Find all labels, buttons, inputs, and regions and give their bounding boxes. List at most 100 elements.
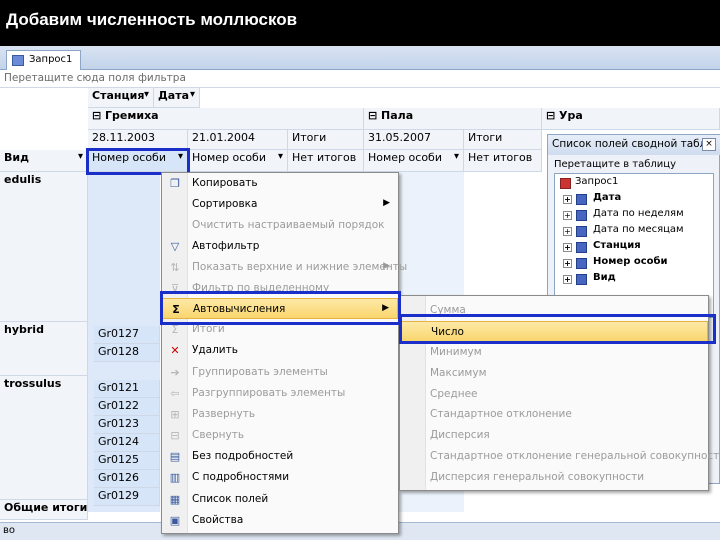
menu-item-label: Разгруппировать элементы: [192, 387, 346, 399]
menu-item-label: Свойства: [192, 514, 244, 526]
menu-item-filter-by-selection[interactable]: ⊽ Фильтр по выделенному: [162, 278, 398, 294]
submenu-item-stdev[interactable]: Стандартное отклонение: [400, 404, 708, 425]
menu-item-label: Список полей: [192, 493, 269, 505]
data-header-specimen[interactable]: Номер особи: [188, 150, 288, 172]
menu-item-delete[interactable]: ✕ Удалить: [162, 340, 398, 361]
station-header-ura[interactable]: ⊟ Ура: [542, 108, 720, 130]
station-header-pala[interactable]: ⊟ Пала: [364, 108, 542, 130]
menu-item-hide-details[interactable]: ▤ Без подробностей: [162, 446, 398, 467]
data-header-specimen[interactable]: Номер особи: [364, 150, 464, 172]
date-header[interactable]: 28.11.2003: [88, 130, 188, 150]
column-field-station[interactable]: Станция: [88, 88, 154, 108]
menu-item-expand[interactable]: ⊞ Развернуть: [162, 404, 398, 425]
delete-icon: ✕: [170, 344, 180, 357]
group-icon: ➔: [170, 366, 180, 379]
tree-root-label: Запрос1: [575, 176, 619, 187]
row-label-hybrid[interactable]: hybrid: [0, 322, 88, 376]
copy-icon: ❐: [170, 177, 180, 190]
menu-item-label: Очистить настраиваемый порядок: [192, 219, 385, 231]
tree-field-date[interactable]: + Дата: [563, 192, 621, 208]
tab-query1[interactable]: Запрос1: [6, 50, 82, 70]
tree-field-species[interactable]: + Вид: [563, 272, 616, 288]
submenu-item-count[interactable]: Число: [400, 321, 708, 342]
top-bottom-icon: ⇅: [170, 261, 180, 274]
menu-item-group[interactable]: ➔ Группировать элементы: [162, 362, 398, 383]
menu-item-sort[interactable]: Сортировка ▶: [162, 194, 398, 215]
tree-field-date-months[interactable]: + Дата по месяцам: [563, 224, 684, 240]
menu-item-label: Итоги: [192, 323, 225, 335]
list-item[interactable]: Gr0127: [94, 326, 160, 344]
tree-field-label: Номер особи: [593, 256, 668, 267]
list-item[interactable]: Gr0124: [94, 434, 160, 452]
query-icon: [12, 55, 24, 66]
menu-item-show-details[interactable]: ▥ С подробностями: [162, 467, 398, 488]
slide-title: Добавим численность моллюсков: [0, 0, 720, 46]
field-icon: [576, 274, 587, 285]
menu-item-clear-custom-order[interactable]: Очистить настраиваемый порядок: [162, 215, 398, 236]
data-header-no-totals: Нет итогов: [464, 150, 542, 172]
filter-drop-zone[interactable]: Перетащите сюда поля фильтра: [0, 70, 720, 88]
list-item[interactable]: Gr0128: [94, 344, 160, 362]
list-item[interactable]: Gr0122: [94, 398, 160, 416]
expand-icon[interactable]: +: [563, 259, 572, 268]
menu-item-label: Показать верхние и нижние элементы: [192, 261, 408, 273]
date-header[interactable]: 31.05.2007: [364, 130, 464, 150]
field-icon: [576, 226, 587, 237]
menu-item-field-list[interactable]: ▦ Список полей: [162, 489, 398, 510]
list-item[interactable]: Gr0126: [94, 470, 160, 488]
submenu-item-max[interactable]: Максимум: [400, 363, 708, 384]
row-label-trossulus[interactable]: trossulus: [0, 376, 88, 500]
submenu-item-stdevp[interactable]: Стандартное отклонение генеральной совок…: [400, 446, 720, 467]
menu-item-subtotals[interactable]: Σ Итоги: [162, 319, 398, 340]
menu-item-properties[interactable]: ▣ Свойства: [162, 510, 398, 531]
submenu-item-variance[interactable]: Дисперсия: [400, 425, 708, 446]
menu-item-label: Автовычисления: [193, 303, 286, 315]
submenu-item-varp[interactable]: Дисперсия генеральной совокупности: [400, 467, 708, 488]
expand-icon[interactable]: +: [563, 243, 572, 252]
expand-icon[interactable]: +: [563, 195, 572, 204]
list-item[interactable]: Gr0123: [94, 416, 160, 434]
list-item[interactable]: Gr0129: [94, 488, 160, 506]
list-item[interactable]: Gr0121: [94, 380, 160, 398]
tree-field-date-weeks[interactable]: + Дата по неделям: [563, 208, 684, 224]
ungroup-icon: ⇦: [170, 387, 180, 400]
tree-field-specimen[interactable]: + Номер особи: [563, 256, 668, 272]
menu-item-ungroup[interactable]: ⇦ Разгруппировать элементы: [162, 383, 398, 404]
menu-item-label: Сортировка: [192, 198, 258, 210]
subtotals-icon: Σ: [171, 323, 179, 336]
menu-item-collapse[interactable]: ⊟ Свернуть: [162, 425, 398, 446]
data-header-specimen[interactable]: Номер особи: [88, 150, 188, 172]
field-list-icon: ▦: [169, 493, 181, 506]
tab-label: Запрос1: [29, 54, 73, 65]
chevron-right-icon: ▶: [383, 198, 390, 208]
station-header-gremikha[interactable]: ⊟ Гремиха: [88, 108, 364, 130]
menu-item-label: Свернуть: [192, 429, 245, 441]
list-item[interactable]: Gr0125: [94, 452, 160, 470]
row-label-grand-total: Общие итоги: [0, 500, 88, 520]
menu-item-autofilter[interactable]: ▽ Автофильтр: [162, 236, 398, 257]
column-field-date[interactable]: Дата: [154, 88, 200, 108]
tree-field-label: Дата: [593, 192, 622, 203]
row-label-edulis[interactable]: edulis: [0, 172, 88, 322]
expand-icon[interactable]: +: [563, 275, 572, 284]
expand-icon[interactable]: +: [563, 227, 572, 236]
menu-item-autocalc[interactable]: Σ Автовычисления ▶: [162, 298, 398, 319]
field-icon: [576, 258, 587, 269]
menu-item-copy[interactable]: ❐ Копировать: [162, 173, 398, 194]
submenu-item-min[interactable]: Минимум: [400, 342, 708, 363]
submenu-item-sum[interactable]: Сумма: [400, 300, 708, 321]
row-field-species[interactable]: Вид: [0, 150, 88, 172]
submenu-item-average[interactable]: Среднее: [400, 384, 708, 405]
menu-item-label: С подробностями: [192, 471, 290, 483]
totals-header: Итоги: [288, 130, 364, 150]
tree-field-label: Станция: [593, 240, 641, 251]
menu-item-label: Автофильтр: [192, 240, 260, 252]
menu-item-top-bottom[interactable]: ⇅ Показать верхние и нижние элементы ▶: [162, 257, 407, 278]
expand-icon[interactable]: +: [563, 211, 572, 220]
tree-root[interactable]: Запрос1: [559, 176, 618, 192]
close-icon[interactable]: ×: [702, 138, 716, 151]
tree-field-station[interactable]: + Станция: [563, 240, 641, 256]
field-list-hint: Перетащите в таблицу: [554, 159, 677, 170]
date-header[interactable]: 21.01.2004: [188, 130, 288, 150]
access-window: Запрос1 Перетащите сюда поля фильтра Ста…: [0, 46, 720, 540]
